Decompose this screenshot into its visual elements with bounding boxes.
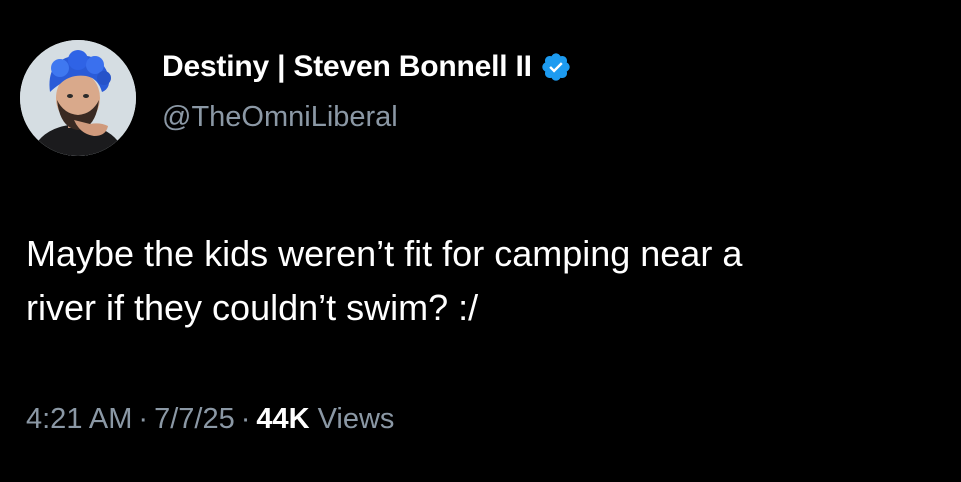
author-name-row: Destiny | Steven Bonnell II — [162, 50, 572, 84]
avatar[interactable] — [20, 40, 136, 156]
views-count[interactable]: 44K — [256, 403, 309, 436]
author-handle[interactable]: @TheOmniLiberal — [162, 101, 398, 134]
tweet-date[interactable]: 7/7/25 — [154, 403, 235, 436]
tweet-text-line: river if they couldn’t swim? :/ — [26, 287, 479, 328]
display-name[interactable]: Destiny | Steven Bonnell II — [162, 50, 532, 84]
meta-separator: · — [240, 403, 251, 435]
tweet-card: Destiny | Steven Bonnell II @TheOmniLibe… — [0, 0, 961, 482]
tweet-meta: 4:21 AM · 7/7/25 · 44K Views — [26, 403, 394, 436]
avatar-image — [20, 40, 136, 156]
verified-badge-icon[interactable] — [540, 51, 572, 83]
tweet-time[interactable]: 4:21 AM — [26, 403, 132, 436]
tweet-text-line: Maybe the kids weren’t fit for camping n… — [26, 233, 743, 274]
meta-separator: · — [138, 403, 149, 435]
tweet-text: Maybe the kids weren’t fit for camping n… — [26, 227, 946, 335]
views-label: Views — [317, 403, 395, 435]
